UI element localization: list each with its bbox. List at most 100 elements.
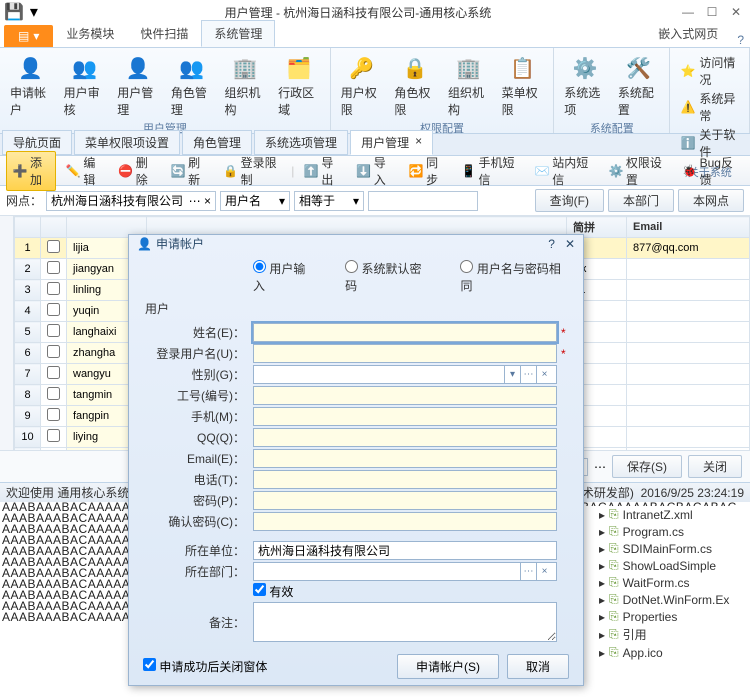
pwd2-input[interactable] (253, 512, 557, 531)
tb-edit[interactable]: ✏️编辑 (60, 152, 108, 190)
ellipsis-icon[interactable]: ⋯ (594, 460, 606, 474)
gender-combo[interactable]: ▾⋯× (253, 365, 557, 384)
rb-org2[interactable]: 🏢组织机构 (442, 50, 496, 120)
group-panel (0, 216, 14, 450)
dialog-close-icon[interactable]: ✕ (565, 237, 575, 251)
tree-item[interactable]: ▸⎘SDIMainForm.cs (583, 540, 750, 557)
field-combo[interactable]: 用户名▾ (220, 191, 290, 211)
site-label: 网点： (6, 192, 42, 209)
tb-add[interactable]: ➕添加 (6, 151, 56, 191)
tb-sms[interactable]: 📱手机短信 (456, 152, 526, 190)
rb-region[interactable]: 🗂️行政区域 (272, 50, 326, 120)
dept-button[interactable]: 本部门 (608, 189, 674, 212)
info-icon: ℹ️ (680, 136, 695, 150)
filter-value-input[interactable] (368, 191, 478, 211)
tab-biz[interactable]: 业务模块 (53, 20, 127, 47)
dialog-cancel-button[interactable]: 取消 (507, 654, 569, 679)
help-icon[interactable]: ? (731, 33, 750, 47)
file-menu[interactable]: ▤▾ (4, 25, 53, 47)
auto-close-checkbox[interactable]: 申请成功后关闭窗体 (143, 658, 267, 675)
tb-import[interactable]: ⬇️导入 (351, 152, 399, 190)
delete-icon: ⛔ (119, 164, 133, 178)
close-button2[interactable]: 关闭 (688, 455, 742, 478)
tab-embed[interactable]: 嵌入式网页 (645, 20, 731, 47)
rb-user-audit[interactable]: 👥用户审核 (58, 50, 112, 120)
company-combo[interactable]: 杭州海日涵科技有限公司 (253, 541, 557, 560)
pwd-input[interactable] (253, 491, 557, 510)
folders-icon[interactable]: ▾ (30, 2, 38, 22)
tb-bug[interactable]: 🐞Bug反馈 (677, 152, 744, 190)
tb-refresh[interactable]: 🔄刷新 (165, 152, 213, 190)
tab-sys[interactable]: 系统管理 (201, 20, 275, 47)
rb-user-mgmt[interactable]: 👤用户管理 (111, 50, 165, 120)
tb-perm[interactable]: ⚙️权限设置 (603, 152, 673, 190)
pencil-icon: ✏️ (66, 164, 80, 178)
import-icon: ⬇️ (357, 164, 371, 178)
section-user: 用户 (145, 300, 569, 317)
rb-sys-cfg[interactable]: 🛠️系统配置 (612, 50, 666, 120)
tb-login-limit[interactable]: 🔒登录限制 (218, 152, 288, 190)
rb-apply-account[interactable]: 👤申请帐户 (4, 50, 58, 120)
window-title: 用户管理 - 杭州海日涵科技有限公司-通用核心系统 (38, 4, 678, 21)
apply-account-dialog: 👤 申请帐户 ? ✕ 用户输入 系统默认密码 用户名与密码相同 用户 姓名(E)… (128, 234, 584, 686)
warning-icon: ⚠️ (680, 100, 695, 114)
email-input[interactable] (253, 449, 557, 468)
close-button[interactable]: ✕ (726, 3, 746, 21)
query-button[interactable]: 查询(F) (535, 189, 604, 212)
save-button[interactable]: 保存(S) (612, 455, 682, 478)
main-tabbar: ▤▾ 业务模块 快件扫描 系统管理 嵌入式网页 ? (0, 24, 750, 48)
site-combo[interactable]: 杭州海日涵科技有限公司⋯ × (46, 191, 216, 211)
site-button[interactable]: 本网点 (678, 189, 744, 212)
radio-sys-default[interactable]: 系统默认密码 (345, 260, 430, 294)
valid-checkbox[interactable]: 有效 (253, 583, 293, 600)
tel-input[interactable] (253, 470, 557, 489)
star-icon: ⭐ (680, 64, 695, 78)
tb-sitemsg[interactable]: ✉️站内短信 (529, 152, 599, 190)
dialog-help-icon[interactable]: ? (548, 237, 555, 251)
tree-item[interactable]: ▸⎘App.ico (583, 644, 750, 661)
login-input[interactable] (253, 344, 557, 363)
remark-input[interactable] (253, 602, 557, 642)
close-icon[interactable]: × (415, 134, 422, 151)
radio-user-input[interactable]: 用户输入 (253, 260, 315, 294)
rb-user-perm[interactable]: 🔑用户权限 (335, 50, 389, 120)
rb-org[interactable]: 🏢组织机构 (219, 50, 273, 120)
dialog-ok-button[interactable]: 申请帐户(S) (397, 654, 499, 679)
tree-item[interactable]: ▸⎘WaitForm.cs (583, 574, 750, 591)
refresh-icon: 🔄 (171, 164, 185, 178)
rb-role-perm[interactable]: 🔒角色权限 (388, 50, 442, 120)
mobile-input[interactable] (253, 407, 557, 426)
op-combo[interactable]: 相等于▾ (294, 191, 364, 211)
dialog-title: 申请帐户 (156, 235, 204, 252)
tb-del[interactable]: ⛔删除 (113, 152, 161, 190)
save-icon[interactable]: 💾 (4, 2, 24, 22)
tree-item[interactable]: ▸⎘引用 (583, 625, 750, 644)
minimize-button[interactable]: — (678, 3, 698, 21)
user-icon: 👤 (137, 237, 152, 251)
qq-input[interactable] (253, 428, 557, 447)
empno-input[interactable] (253, 386, 557, 405)
tb-export[interactable]: ⬆️导出 (298, 152, 346, 190)
tree-item[interactable]: ▸⎘Program.cs (583, 523, 750, 540)
rb-sys-opt[interactable]: ⚙️系统选项 (558, 50, 612, 120)
rb-visit[interactable]: ⭐访问情况 (680, 54, 739, 88)
lock-icon: 🔒 (224, 164, 238, 178)
tree-item[interactable]: ▸⎘Properties (583, 608, 750, 625)
rb-exc[interactable]: ⚠️系统异常 (680, 90, 739, 124)
tree-item[interactable]: ▸⎘ShowLoadSimple (583, 557, 750, 574)
tb-sync[interactable]: 🔁同步 (403, 152, 451, 190)
rb-menu-perm[interactable]: 📋菜单权限 (496, 50, 550, 120)
name-input[interactable] (253, 323, 557, 342)
tree-item[interactable]: ▸⎘DotNet.WinForm.Ex (583, 591, 750, 608)
solution-explorer[interactable]: ▸⎘IntranetZ.xml▸⎘Program.cs▸⎘SDIMainForm… (582, 506, 750, 656)
tab-scan[interactable]: 快件扫描 (127, 20, 201, 47)
status-welcome: 欢迎使用 通用核心系统 (6, 484, 129, 501)
ribbon: 👤申请帐户 👥用户审核 👤用户管理 👥角色管理 🏢组织机构 🗂️行政区域 用户管… (0, 48, 750, 134)
dept-combo[interactable]: ⋯× (253, 562, 557, 581)
tree-item[interactable]: ▸⎘IntranetZ.xml (583, 506, 750, 523)
maximize-button[interactable]: ☐ (702, 3, 722, 21)
bug-icon: 🐞 (683, 164, 697, 178)
radio-same[interactable]: 用户名与密码相同 (460, 260, 569, 294)
rb-role-mgmt[interactable]: 👥角色管理 (165, 50, 219, 120)
toolbar: ➕添加 ✏️编辑 ⛔删除 🔄刷新 🔒登录限制 | ⬆️导出 ⬇️导入 🔁同步 📱… (0, 156, 750, 186)
